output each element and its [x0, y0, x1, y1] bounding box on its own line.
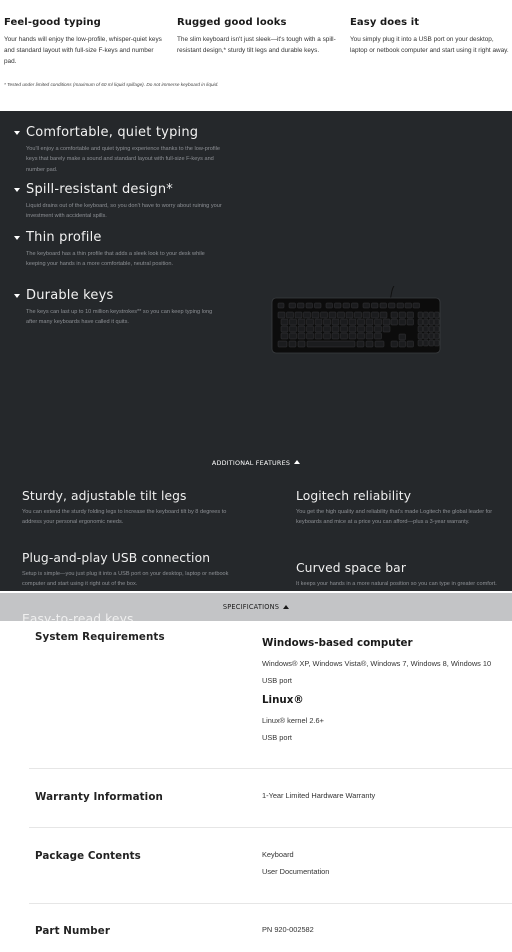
highlight-durable-keys: Durable keys The keys can last up to 10 … [14, 288, 224, 328]
additional-feature-title: Curved space bar [296, 561, 406, 575]
spec-label: System Requirements [35, 631, 165, 643]
feature-title: Easy does it [350, 17, 420, 28]
bullet-caret-icon [14, 131, 20, 135]
additional-feature-title: Sturdy, adjustable tilt legs [22, 489, 187, 503]
specifications-label: SPECIFICATIONS [222, 603, 280, 611]
feature-text: Your hands will enjoy the low-profile, w… [4, 36, 162, 65]
highlight-text: The keyboard has a thin profile that add… [26, 251, 205, 268]
spec-value: Linux® kernel 2.6+ [262, 716, 324, 725]
feature-title: Rugged good looks [177, 17, 287, 28]
highlight-title: Comfortable, quiet typing [26, 125, 199, 140]
additional-features-label: ADDITIONAL FEATURES [211, 459, 291, 467]
highlight-comfortable-typing: Comfortable, quiet typing You'll enjoy a… [14, 125, 224, 175]
spec-values: Keyboard User Documentation [262, 846, 512, 880]
spec-value: 1-Year Limited Hardware Warranty [262, 791, 376, 800]
keyboard-product-image [271, 286, 441, 354]
spec-divider [29, 903, 512, 904]
spec-values: 1-Year Limited Hardware Warranty [262, 787, 512, 804]
feature-rugged-good-looks: Rugged good looks The slim keyboard isn'… [177, 17, 337, 56]
highlight-title: Thin profile [26, 230, 102, 245]
spec-value: User Documentation [262, 867, 330, 876]
additional-features-toggle[interactable]: ADDITIONAL FEATURES [0, 459, 512, 467]
additional-feature-tilt-legs: Sturdy, adjustable tilt legs You can ext… [22, 489, 237, 528]
spec-label: Warranty Information [35, 791, 163, 803]
additional-feature-usb-connection: Plug-and-play USB connection Setup is si… [22, 551, 237, 590]
highlights-section: Comfortable, quiet typing You'll enjoy a… [0, 111, 512, 693]
spec-value: USB port [262, 676, 292, 685]
additional-feature-text: You can extend the sturdy folding legs t… [22, 509, 227, 526]
bullet-caret-icon [14, 236, 20, 240]
specifications-section: System Requirements Windows-based comput… [0, 621, 512, 952]
bullet-caret-icon [14, 294, 20, 298]
spec-group-title: Windows-based computer [262, 637, 413, 649]
highlight-title: Spill-resistant design* [26, 182, 174, 197]
bullet-caret-icon [14, 188, 20, 192]
spec-value: Windows® XP, Windows Vista®, Windows 7, … [262, 659, 492, 668]
spec-label: Package Contents [35, 850, 141, 862]
additional-feature-text: It keeps your hands in a more natural po… [296, 581, 497, 587]
highlight-title: Durable keys [26, 288, 114, 303]
additional-feature-text: Setup is simple—you just plug it into a … [22, 571, 229, 588]
feature-text: The slim keyboard isn't just sleek—it's … [177, 36, 336, 54]
spec-value: Keyboard [262, 850, 294, 859]
additional-feature-title: Plug-and-play USB connection [22, 551, 211, 565]
highlight-text: You'll enjoy a comfortable and quiet typ… [26, 146, 220, 173]
highlight-spill-resistant: Spill-resistant design* Liquid drains ou… [14, 182, 224, 222]
additional-feature-curved-space-bar: Curved space bar It keeps your hands in … [296, 561, 511, 589]
spec-divider [29, 768, 512, 769]
spec-value: PN 920-002582 [262, 925, 314, 934]
feature-easy-does-it: Easy does it You simply plug it into a U… [350, 17, 510, 56]
highlight-text: Liquid drains out of the keyboard, so yo… [26, 203, 222, 220]
additional-feature-title: Logitech reliability [296, 489, 412, 503]
spec-divider [29, 827, 512, 828]
feature-title: Feel-good typing [4, 17, 101, 28]
spec-value: USB port [262, 733, 292, 742]
additional-feature-logitech-reliability: Logitech reliability You get the high qu… [296, 489, 511, 528]
top-features-section: Feel-good typing Your hands will enjoy t… [0, 0, 512, 111]
spill-footnote: * Tested under limited conditions (maxim… [4, 82, 219, 87]
spec-values: PN 920-002582 [262, 921, 512, 938]
spec-group-title: Linux® [262, 694, 304, 706]
feature-feel-good-typing: Feel-good typing Your hands will enjoy t… [4, 17, 164, 67]
spec-values: Windows-based computer Windows® XP, Wind… [262, 637, 512, 746]
spec-label: Part Number [35, 925, 111, 937]
feature-text: You simply plug it into a USB port on yo… [350, 36, 509, 54]
highlight-text: The keys can last up to 10 million keyst… [26, 309, 213, 326]
highlight-thin-profile: Thin profile The keyboard has a thin pro… [14, 230, 224, 270]
collapse-arrow-icon [283, 605, 290, 609]
additional-feature-text: You get the high quality and reliability… [296, 509, 493, 526]
collapse-arrow-icon [294, 460, 301, 464]
